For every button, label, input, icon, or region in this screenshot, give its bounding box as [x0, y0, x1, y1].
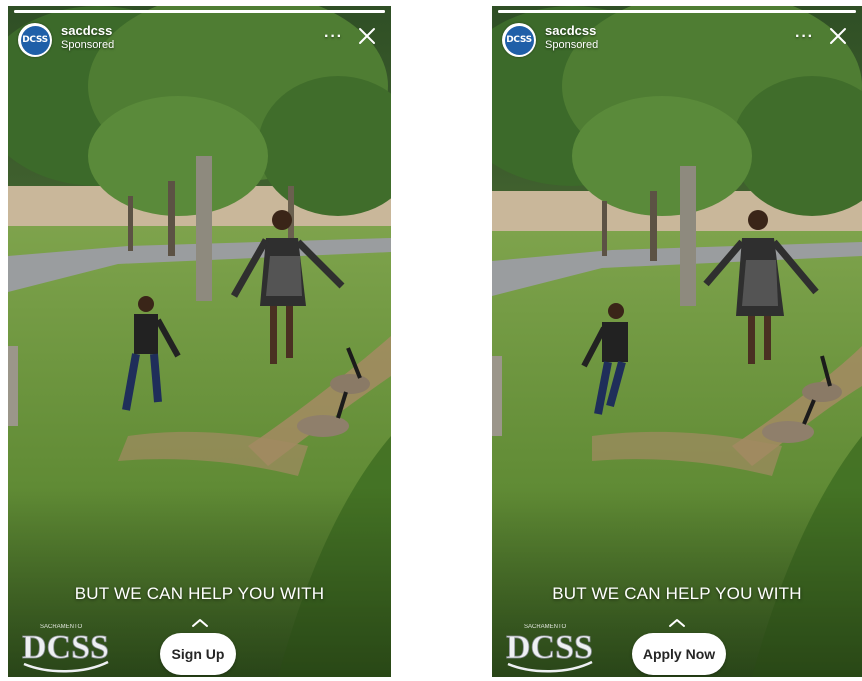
apply-now-button[interactable]: Apply Now: [632, 633, 726, 675]
story-progress-bar: [14, 10, 385, 13]
account-info[interactable]: sacdcss Sponsored: [545, 23, 598, 52]
story-caption: BUT WE CAN HELP YOU WITH: [552, 584, 802, 603]
account-avatar[interactable]: DCSS: [502, 23, 536, 57]
avatar-logo-text: DCSS: [504, 25, 534, 55]
account-name[interactable]: sacdcss: [61, 23, 114, 38]
dcss-logo: SACRAMENTO DCSS: [22, 624, 109, 673]
story-progress-bar: [498, 10, 856, 13]
more-options-icon[interactable]: ···: [324, 28, 343, 46]
park-scene-image: [492, 6, 862, 677]
park-scene-image: [8, 6, 391, 677]
more-options-icon[interactable]: ···: [795, 28, 814, 46]
account-info[interactable]: sacdcss Sponsored: [61, 23, 114, 52]
logo-main-text: DCSS: [506, 629, 593, 666]
avatar-logo-text: DCSS: [20, 25, 50, 55]
close-icon[interactable]: [828, 26, 848, 46]
sign-up-button[interactable]: Sign Up: [160, 633, 236, 675]
story-caption: BUT WE CAN HELP YOU WITH: [74, 584, 325, 603]
account-avatar[interactable]: DCSS: [18, 23, 52, 57]
story-ad-right[interactable]: DCSS sacdcss Sponsored ··· BUT WE CAN HE…: [492, 6, 862, 677]
story-header: DCSS sacdcss Sponsored ···: [502, 20, 852, 60]
logo-main-text: DCSS: [22, 629, 109, 666]
story-header: DCSS sacdcss Sponsored ···: [18, 20, 381, 60]
story-ad-left[interactable]: DCSS sacdcss Sponsored ··· BUT WE CAN HE…: [8, 6, 391, 677]
story-progress-fill: [498, 10, 856, 13]
chevron-up-icon[interactable]: [667, 618, 687, 628]
chevron-up-icon[interactable]: [190, 618, 210, 628]
sponsored-label: Sponsored: [61, 39, 115, 51]
account-name[interactable]: sacdcss: [545, 23, 598, 38]
story-progress-fill: [14, 10, 385, 13]
sponsored-label: Sponsored: [545, 39, 599, 51]
close-icon[interactable]: [357, 26, 377, 46]
dcss-logo: SACRAMENTO DCSS: [506, 624, 593, 673]
